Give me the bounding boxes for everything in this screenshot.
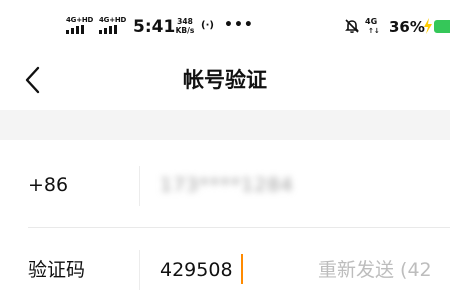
field-divider [139,250,140,290]
field-divider [139,166,140,206]
resend-code-button[interactable]: 重新发送 (42 [318,256,432,284]
verification-code-row: 验证码 429508 重新发送 (42 [0,228,450,300]
network-type-3: 4G [365,17,378,26]
network-type-1: 4G+HD [66,16,94,24]
text-caret [241,254,243,284]
section-gap [0,110,450,140]
verification-code-input[interactable]: 429508 [160,256,233,284]
screen: 4G+HD 4G+HD 5:41 348 KB/s (·) ••• 4G ↑↓ … [0,0,450,300]
verification-code-label: 验证码 [28,259,86,281]
signal-1: 4G+HD [66,16,96,36]
phone-row: +86 173****1284 [0,140,450,228]
status-bar: 4G+HD 4G+HD 5:41 348 KB/s (·) ••• 4G ↑↓ … [0,0,450,52]
signal-bars-icon [99,25,123,34]
bell-off-icon [345,19,359,33]
network-speed-unit: KB/s [175,26,195,35]
more-notifications-icon: ••• [224,17,254,33]
nav-bar: 帐号验证 [0,52,450,110]
hotspot-icon: (·) [201,20,214,31]
network-speed-value: 348 [177,17,193,26]
signal-bars-icon [66,25,90,34]
country-code-label[interactable]: +86 [28,171,68,199]
mobile-data-indicator: 4G ↑↓ [365,17,383,35]
page-title: 帐号验证 [183,68,267,92]
network-speed: 348 KB/s [173,17,197,35]
battery-percent: 36% [389,18,425,36]
phone-number-value: 173****1284 [160,174,294,196]
signal-2: 4G+HD [99,16,129,36]
network-type-2: 4G+HD [99,16,127,24]
charging-bolt-icon [424,18,432,34]
data-arrows-icon: ↑↓ [368,27,380,35]
clock: 5:41 [133,17,176,37]
battery-icon [434,20,450,33]
